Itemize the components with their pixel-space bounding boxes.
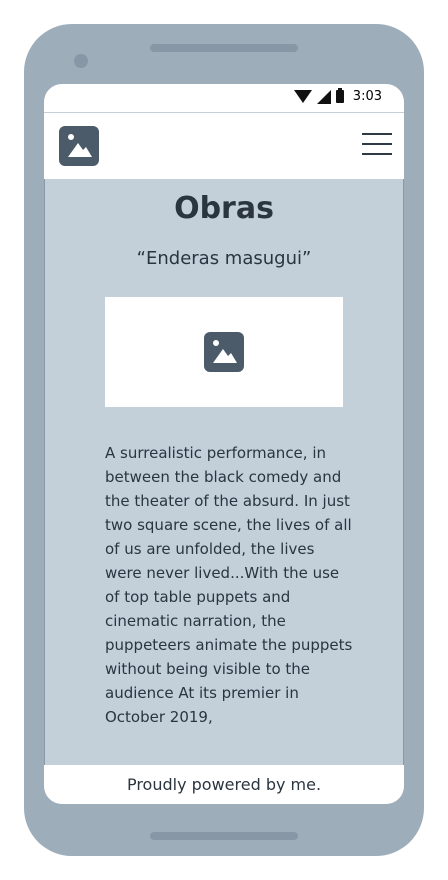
- speaker-bottom: [150, 832, 298, 840]
- signal-icon: [316, 89, 331, 104]
- logo-image-placeholder-icon[interactable]: [59, 126, 99, 166]
- status-time: 3:03: [352, 89, 382, 104]
- image-placeholder-icon: [204, 332, 244, 372]
- app-header: [44, 113, 404, 179]
- battery-icon: [335, 88, 344, 103]
- speaker-top: [150, 44, 298, 52]
- phone-screen: 3:03 Obras “Enderas masugui” A surrealis…: [44, 84, 404, 804]
- camera-icon: [74, 54, 88, 68]
- wifi-icon: [293, 90, 312, 103]
- main-content: Obras “Enderas masugui” A surrealistic p…: [44, 179, 404, 765]
- footer-text: Proudly powered by me.: [44, 765, 404, 804]
- body-text: A surrealistic performance, in between t…: [105, 444, 353, 726]
- hamburger-menu-icon[interactable]: [362, 133, 392, 157]
- status-bar: 3:03: [44, 84, 404, 113]
- page-subtitle: “Enderas masugui”: [136, 248, 312, 269]
- featured-image: [105, 297, 343, 407]
- page-title: Obras: [174, 191, 274, 226]
- phone-frame: 3:03 Obras “Enderas masugui” A surrealis…: [24, 24, 424, 856]
